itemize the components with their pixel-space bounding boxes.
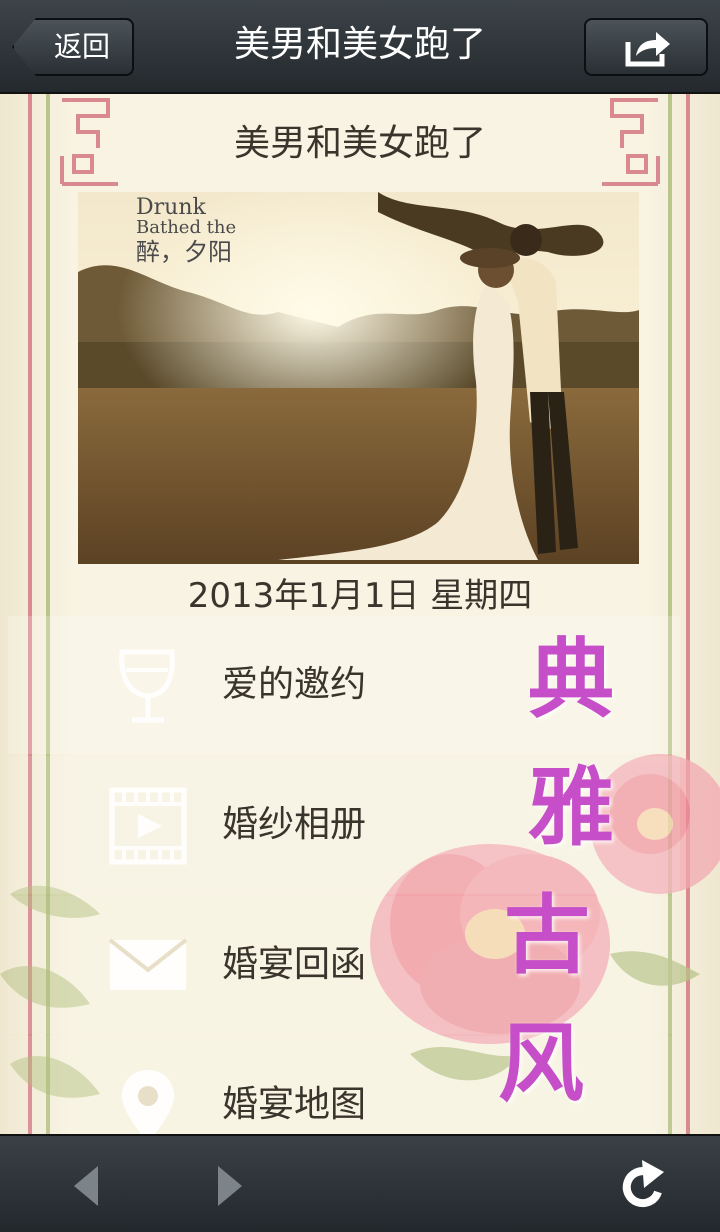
menu-item-label: 婚宴地图 [222,1084,367,1125]
back-button[interactable]: 返回 [12,18,134,76]
photo-caption-line3: 醉，夕阳 [136,238,232,266]
menu-item-label: 爱的邀约 [222,664,367,705]
photo-caption-line2: Bathed the [136,217,237,238]
top-nav-bar: 返回 美男和美女跑了 [0,0,720,94]
page-title: 美男和美女跑了 [233,24,486,65]
wine-glass-icon [119,649,175,723]
map-pin-icon [122,1070,174,1134]
refresh-icon[interactable] [618,1158,670,1214]
envelope-icon [108,938,188,990]
calligraphy-char: 典 [528,629,614,730]
calligraphy-char: 雅 [528,757,614,858]
calligraphy-text: 典 雅 古 风 [498,616,614,1128]
arrow-left-icon[interactable] [70,1164,102,1208]
invitation-heading: 美男和美女跑了 [233,123,486,164]
photo-caption: Drunk Bathed the 醉，夕阳 [136,195,237,266]
photo-caption-line1: Drunk [136,195,206,220]
wedding-date: 2013年1月1日 星期四 [187,576,533,616]
share-button[interactable] [584,18,708,76]
menu-item-label: 婚纱相册 [222,804,367,845]
film-icon [109,787,187,865]
bottom-toolbar [0,1134,720,1232]
share-icon [625,32,670,67]
menu-item-label: 婚宴回函 [222,944,367,985]
calligraphy-char: 古 [504,885,590,986]
calligraphy-char: 风 [498,1013,584,1114]
back-button-label: 返回 [54,30,111,63]
content-area[interactable]: 美男和美女跑了 Drunk Bathed the 醉，夕阳 2013年1月1日 … [0,94,720,1134]
wedding-photo[interactable]: Drunk Bathed the 醉，夕阳 [78,192,639,564]
arrow-right-icon[interactable] [214,1164,246,1208]
